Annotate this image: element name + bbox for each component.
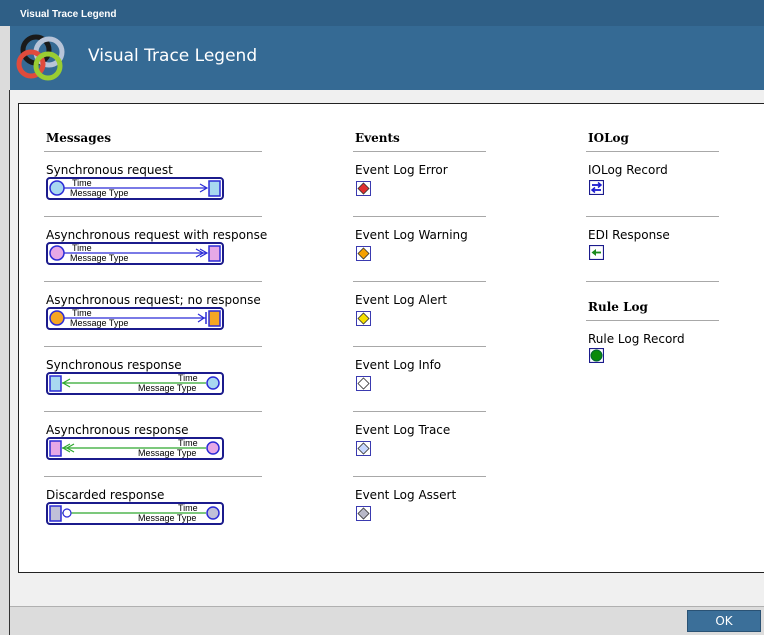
message-type-label: Message Type bbox=[70, 188, 129, 198]
event-legend-label: Event Log Trace bbox=[355, 423, 451, 437]
message-diagram: Time Message Type bbox=[46, 502, 224, 525]
separator bbox=[353, 151, 486, 152]
end-circle-icon bbox=[206, 376, 220, 390]
green-circle-icon bbox=[588, 347, 605, 364]
message-time-label: Time bbox=[72, 243, 92, 253]
message-legend-label: Synchronous response bbox=[46, 358, 182, 372]
separator bbox=[353, 476, 486, 477]
iolog-heading: IOLog bbox=[588, 131, 629, 145]
message-type-label: Message Type bbox=[70, 318, 129, 328]
separator bbox=[44, 281, 262, 282]
message-type-label: Message Type bbox=[138, 513, 197, 523]
message-time-label: Time bbox=[178, 373, 198, 383]
diamond-yellow-icon bbox=[356, 311, 371, 326]
rulelog-legend-label: Rule Log Record bbox=[588, 332, 685, 346]
rulelog-heading: Rule Log bbox=[588, 300, 648, 314]
app-logo-icon bbox=[16, 34, 65, 81]
separator bbox=[586, 151, 719, 152]
start-circle-icon bbox=[49, 310, 65, 326]
separator bbox=[44, 346, 262, 347]
iolog-legend-label: EDI Response bbox=[588, 228, 670, 242]
message-legend-label: Synchronous request bbox=[46, 163, 173, 177]
separator bbox=[44, 476, 262, 477]
diamond-red-icon bbox=[356, 181, 371, 196]
message-legend-label: Asynchronous request; no response bbox=[46, 293, 261, 307]
dialog-header: Visual Trace Legend bbox=[10, 26, 764, 90]
diamond-white-icon bbox=[356, 376, 371, 391]
swap-arrows-icon bbox=[588, 179, 605, 196]
diamond-orange-icon bbox=[356, 246, 371, 261]
separator bbox=[44, 411, 262, 412]
separator bbox=[44, 151, 262, 152]
event-legend-label: Event Log Assert bbox=[355, 488, 457, 502]
message-time-label: Time bbox=[72, 178, 92, 188]
event-legend-label: Event Log Warning bbox=[355, 228, 468, 242]
end-circle-icon bbox=[206, 441, 220, 455]
message-type-label: Message Type bbox=[138, 448, 197, 458]
diamond-lightblue-icon bbox=[356, 441, 371, 456]
window-title: Visual Trace Legend bbox=[20, 9, 117, 20]
events-heading: Events bbox=[355, 131, 400, 145]
diamond-grey-icon bbox=[356, 506, 371, 521]
dialog-title: Visual Trace Legend bbox=[88, 46, 258, 66]
separator bbox=[353, 346, 486, 347]
ok-button[interactable]: OK bbox=[687, 610, 761, 632]
separator bbox=[353, 281, 486, 282]
start-box-icon bbox=[49, 375, 62, 392]
separator bbox=[353, 411, 486, 412]
end-box-icon bbox=[208, 310, 221, 327]
message-time-label: Time bbox=[72, 308, 92, 318]
left-arrow-icon bbox=[588, 244, 605, 261]
end-box-icon bbox=[208, 245, 221, 262]
message-diagram: Time Message Type bbox=[46, 177, 224, 200]
message-type-label: Message Type bbox=[70, 253, 129, 263]
separator bbox=[44, 216, 262, 217]
start-circle-icon bbox=[49, 180, 65, 196]
start-box-icon bbox=[49, 440, 62, 457]
event-legend-label: Event Log Error bbox=[355, 163, 448, 177]
window-titlebar: Visual Trace Legend bbox=[0, 0, 764, 26]
message-time-label: Time bbox=[178, 438, 198, 448]
iolog-legend-label: IOLog Record bbox=[588, 163, 668, 177]
message-diagram: Time Message Type bbox=[46, 242, 224, 265]
dialog-footer bbox=[10, 606, 764, 635]
separator bbox=[586, 216, 719, 217]
event-legend-label: Event Log Alert bbox=[355, 293, 448, 307]
event-legend-label: Event Log Info bbox=[355, 358, 442, 372]
message-diagram: Time Message Type bbox=[46, 372, 224, 395]
separator bbox=[586, 320, 719, 321]
messages-heading: Messages bbox=[46, 131, 111, 145]
start-box-icon bbox=[49, 505, 62, 522]
end-box-icon bbox=[208, 180, 221, 197]
start-circle-icon bbox=[49, 245, 65, 261]
message-diagram: Time Message Type bbox=[46, 437, 224, 460]
separator bbox=[353, 216, 486, 217]
message-diagram: Time Message Type bbox=[46, 307, 224, 330]
end-circle-icon bbox=[206, 506, 220, 520]
message-legend-label: Asynchronous request with response bbox=[46, 228, 268, 242]
message-legend-label: Discarded response bbox=[46, 488, 165, 502]
message-time-label: Time bbox=[178, 503, 198, 513]
message-legend-label: Asynchronous response bbox=[46, 423, 189, 437]
message-type-label: Message Type bbox=[138, 383, 197, 393]
left-border bbox=[0, 90, 10, 635]
separator bbox=[586, 281, 719, 282]
